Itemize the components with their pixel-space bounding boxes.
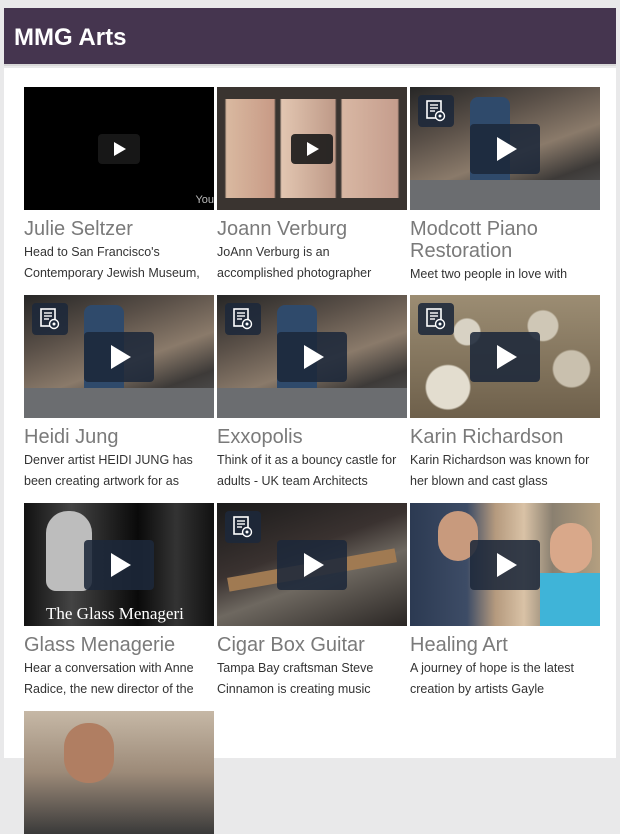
playlist-icon [233,516,253,538]
video-description: Tampa Bay craftsman Steve Cinnamon is cr… [217,661,374,696]
video-thumbnail[interactable] [410,503,600,626]
video-title[interactable]: Heidi Jung [24,426,214,448]
video-card[interactable]: The Glass Menageri Glass Menagerie Hear … [24,503,214,700]
video-title[interactable]: Joann Verburg [217,218,407,240]
play-icon [111,344,131,369]
video-description: A journey of hope is the latest creation… [410,661,574,696]
play-button[interactable] [98,133,140,164]
play-button[interactable] [470,123,540,174]
play-icon [111,552,131,577]
video-thumbnail[interactable] [217,295,407,418]
video-card[interactable]: You Julie Seltzer Head to San Francisco'… [24,87,214,284]
play-icon [307,141,319,156]
play-icon [304,344,324,369]
video-thumbnail[interactable] [410,87,600,210]
playlist-icon [40,308,60,330]
video-description: Head to San Francisco's Contemporary Jew… [24,245,200,280]
video-card[interactable]: Modcott Piano Restoration Meet two peopl… [410,87,600,285]
video-description: Meet two people in love with [410,267,568,281]
video-title[interactable]: Karin Richardson [410,426,600,448]
video-thumbnail[interactable] [217,87,407,210]
video-description: Denver artist HEIDI JUNG has been creati… [24,453,193,488]
playlist-badge[interactable] [32,303,68,335]
play-icon [497,136,517,161]
video-description: Think of it as a bouncy castle for adult… [217,453,397,488]
play-button[interactable] [84,331,154,382]
video-description: Karin Richardson was known for her blown… [410,453,590,488]
play-button[interactable] [277,331,347,382]
play-icon [304,552,324,577]
video-title[interactable]: Glass Menagerie [24,634,214,656]
play-icon [497,552,517,577]
playlist-badge[interactable] [418,95,454,127]
video-card[interactable]: Exxopolis Think of it as a bouncy castle… [217,295,407,492]
video-description: JoAnn Verburg is an accomplished photogr… [217,245,372,280]
video-card[interactable]: Karin Richardson Karin Richardson was kn… [410,295,600,492]
video-thumbnail[interactable]: You [24,87,214,210]
video-thumbnail[interactable] [217,503,407,626]
playlist-icon [426,308,446,330]
play-icon [497,344,517,369]
app-header: MMG Arts [4,8,616,66]
video-thumbnail[interactable]: The Glass Menageri [24,503,214,626]
video-title[interactable]: Julie Seltzer [24,218,214,240]
playlist-badge[interactable] [225,511,261,543]
app-title: MMG Arts [14,24,127,51]
video-thumbnail[interactable] [24,711,214,834]
play-button[interactable] [291,133,333,164]
video-card[interactable] [24,711,214,834]
video-title[interactable]: Healing Art [410,634,600,656]
video-card[interactable]: Healing Art A journey of hope is the lat… [410,503,600,700]
play-icon [114,141,126,156]
video-title[interactable]: Cigar Box Guitar [217,634,407,656]
playlist-badge[interactable] [418,303,454,335]
playlist-icon [426,100,446,122]
play-button[interactable] [470,331,540,382]
video-grid: You Julie Seltzer Head to San Francisco'… [4,68,616,834]
video-card[interactable]: Cigar Box Guitar Tampa Bay craftsman Ste… [217,503,407,700]
video-thumbnail[interactable] [410,295,600,418]
playlist-badge[interactable] [225,303,261,335]
play-button[interactable] [470,539,540,590]
video-card[interactable]: Heidi Jung Denver artist HEIDI JUNG has … [24,295,214,492]
thumbnail-caption: The Glass Menageri [46,604,184,623]
play-button[interactable] [84,539,154,590]
play-button[interactable] [277,539,347,590]
video-title[interactable]: Modcott Piano Restoration [410,218,600,262]
playlist-icon [233,308,253,330]
video-card[interactable]: Joann Verburg JoAnn Verburg is an accomp… [217,87,407,284]
video-title[interactable]: Exxopolis [217,426,407,448]
video-thumbnail[interactable] [24,295,214,418]
video-description: Hear a conversation with Anne Radice, th… [24,661,194,696]
youtube-watermark: You [195,194,214,206]
